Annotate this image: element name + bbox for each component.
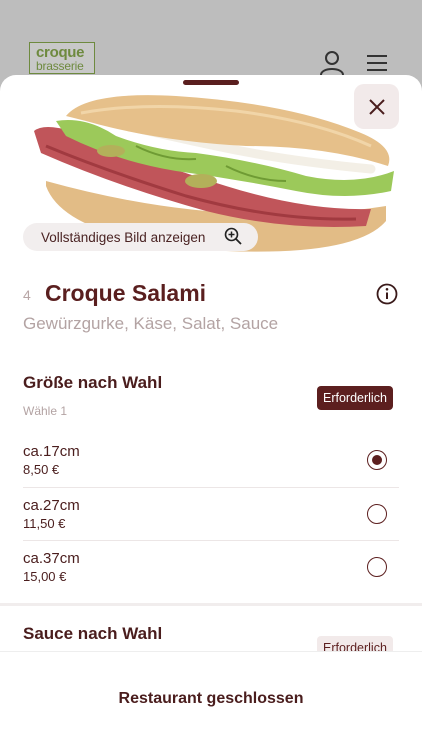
product-sheet: Vollständiges Bild anzeigen 4 Croque Sal… [0,75,422,750]
product-ingredients: Gewürzgurke, Käse, Salat, Sauce [23,314,279,333]
product-title: Croque Salami [45,280,207,306]
radio-unselected[interactable] [367,504,387,524]
info-icon[interactable] [376,283,398,305]
sheet-grabber[interactable] [183,80,239,85]
zoom-in-icon [224,227,242,245]
option-price: 8,50 € [23,462,60,477]
size-option-37[interactable]: ca.37cm 15,00 € [23,541,399,594]
close-button[interactable] [354,84,399,129]
product-number: 4 [23,287,31,303]
sheet-footer: Restaurant geschlossen [0,651,422,750]
sauce-section-title: Sauce nach Wahl [23,624,163,643]
option-price: 11,50 € [23,516,66,531]
option-size: ca.17cm [23,443,80,460]
size-option-27[interactable]: ca.27cm 11,50 € [23,488,399,541]
option-price: 15,00 € [23,569,67,584]
radio-selected[interactable] [367,450,387,470]
required-badge: Erforderlich [317,386,393,410]
show-full-image-label: Vollständiges Bild anzeigen [41,229,206,245]
user-icon[interactable] [319,50,345,76]
brand-logo[interactable]: croque brasserie [29,42,95,74]
size-option-17[interactable]: ca.17cm 8,50 € [23,434,399,487]
radio-unselected[interactable] [367,557,387,577]
menu-icon[interactable] [365,53,389,73]
option-size: ca.27cm [23,497,80,514]
show-full-image-button[interactable]: Vollständiges Bild anzeigen [23,223,258,251]
restaurant-closed-label: Restaurant geschlossen [118,690,304,707]
logo-line2: brasserie [36,59,84,73]
size-section-title: Größe nach Wahl [23,373,163,392]
option-size: ca.37cm [23,550,80,567]
section-separator [0,603,422,606]
size-section-hint: Wähle 1 [23,404,68,418]
close-icon [368,98,385,115]
